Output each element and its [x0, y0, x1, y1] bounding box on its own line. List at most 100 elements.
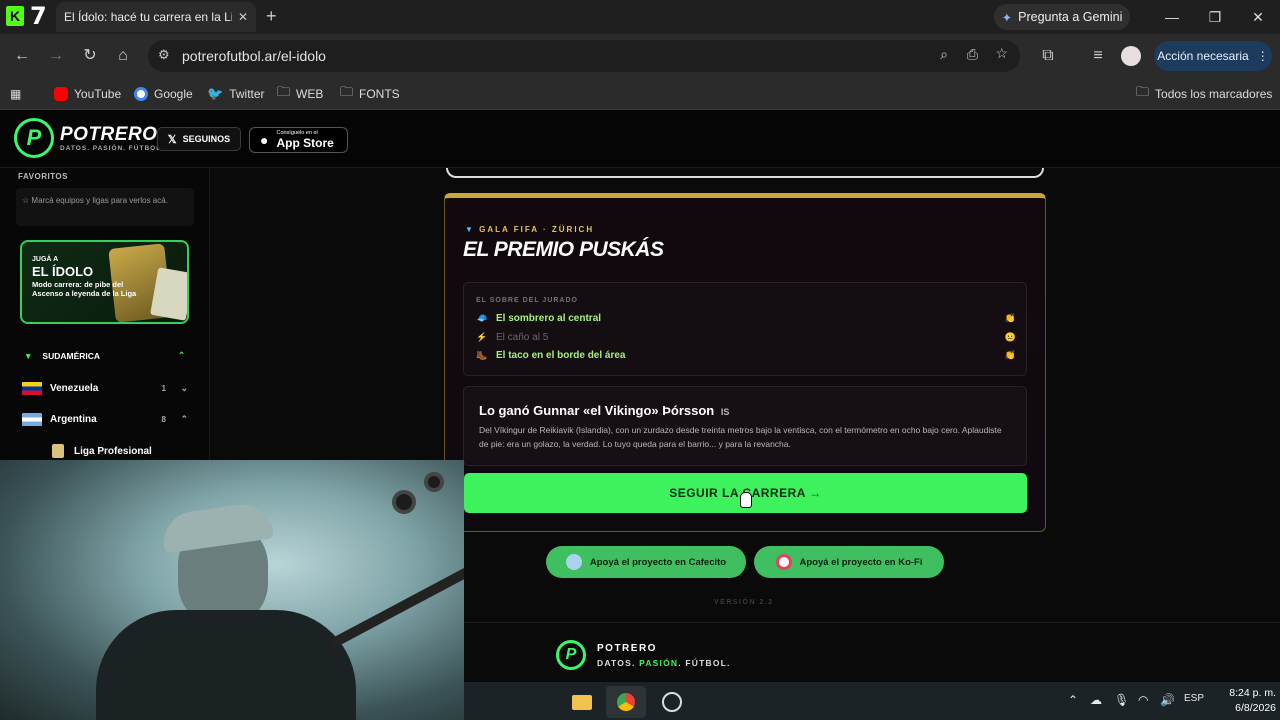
- jury-item: 🥾 El taco en el borde del área 👏: [476, 350, 1016, 361]
- url-text: potrerofutbol.ar/el-idolo: [182, 48, 326, 64]
- sidebar-item-venezuela[interactable]: Venezuela 1 ⌄: [22, 379, 192, 397]
- cafecito-button[interactable]: Apoyá el proyecto en Cafecito: [546, 546, 746, 578]
- file-explorer-icon[interactable]: [562, 686, 602, 718]
- footer-tagline: DATOS. PASIÓN. FÚTBOL.: [597, 658, 731, 668]
- iceland-flag-icon: IS: [720, 407, 730, 417]
- lightning-icon: ⚡: [476, 332, 488, 342]
- argentina-flag-icon: [22, 412, 42, 426]
- profile-avatar[interactable]: [1121, 46, 1141, 66]
- potrero-logo-icon[interactable]: P: [14, 118, 54, 158]
- browser-tab-active[interactable]: El Ídolo: hacé tu carrera en la Li ✕: [56, 2, 256, 32]
- speaker-decoration: [392, 490, 416, 514]
- jury-item: 🧢 El sombrero al central 👏: [476, 313, 1016, 324]
- apple-icon: ●: [260, 132, 269, 148]
- seven-logo-icon: 7: [30, 2, 47, 30]
- bookmark-google[interactable]: Google: [134, 84, 193, 104]
- mini-card-image: [150, 267, 187, 321]
- reload-icon[interactable]: ↻: [78, 44, 102, 68]
- new-tab-icon[interactable]: +: [266, 6, 277, 27]
- venezuela-flag-icon: [22, 381, 42, 395]
- kick-logo-icon: K: [6, 6, 24, 26]
- boot-icon: 🥾: [476, 350, 488, 360]
- follow-button[interactable]: 𝕏 SEGUINOS: [157, 127, 241, 151]
- language-indicator[interactable]: ESP: [1184, 693, 1204, 704]
- site-footer: P POTRERO DATOS. PASIÓN. FÚTBOL.: [464, 622, 1280, 682]
- tagline-accent: PASIÓN: [639, 658, 679, 668]
- country-count: 8: [161, 414, 166, 424]
- maximize-icon[interactable]: ❐: [1200, 6, 1230, 28]
- tagline-part: . FÚTBOL.: [678, 658, 731, 668]
- jury-item-label: El taco en el borde del área: [496, 350, 626, 361]
- gemini-icon: ✦: [1001, 10, 1013, 25]
- promo-line2: EL ÍDOLO: [32, 264, 94, 279]
- media-icon[interactable]: ≡: [1086, 44, 1110, 68]
- winner-title: Lo ganó Gunnar «el Vikingo» Þórsson IS: [479, 403, 729, 418]
- folder-icon: 🗀: [340, 84, 354, 99]
- trophy-icon: ▼: [465, 225, 475, 234]
- address-bar[interactable]: ⚙ potrerofutbol.ar/el-idolo ⌕ ⎙ ☆: [148, 40, 1020, 72]
- onedrive-icon[interactable]: ☁: [1090, 693, 1102, 707]
- sidebar-item-argentina[interactable]: Argentina 8 ⌃: [22, 410, 192, 428]
- chevron-up-icon: ⌃: [178, 350, 186, 360]
- appstore-big-text: App Store: [276, 136, 334, 150]
- bookmark-folder-web[interactable]: 🗀 WEB: [277, 84, 323, 104]
- clock[interactable]: 8:24 p. m. 6/8/2026: [1216, 686, 1276, 716]
- clap-icon: 👏: [1004, 313, 1016, 323]
- app-store-badge[interactable]: ● Consíguelo en el App Store: [249, 127, 348, 153]
- country-label: Venezuela: [50, 382, 99, 394]
- close-tab-icon[interactable]: ✕: [238, 10, 248, 24]
- winner-description: Del Víkingur de Reikiavik (Islandia), co…: [479, 425, 1002, 449]
- back-icon[interactable]: ←: [10, 44, 34, 68]
- region-sudamerica[interactable]: ▼ SUDAMÉRICA ⌃: [24, 350, 185, 361]
- league-icon: [52, 444, 64, 458]
- cap-icon: 🧢: [476, 313, 488, 323]
- microphone-icon[interactable]: 🎙: [1114, 693, 1129, 707]
- bookmark-label: Twitter: [229, 87, 265, 101]
- bookmark-star-icon[interactable]: ☆: [995, 45, 1008, 62]
- home-icon[interactable]: ⌂: [111, 44, 135, 68]
- tagline-part: DATOS.: [597, 658, 640, 668]
- bookmark-label: YouTube: [74, 87, 122, 101]
- site-settings-icon[interactable]: ⚙: [158, 47, 170, 63]
- favorites-title: FAVORITOS: [18, 172, 68, 181]
- el-idolo-promo[interactable]: JUGÁ A EL ÍDOLO Modo carrera: de pibe de…: [20, 240, 189, 324]
- site-logo-name[interactable]: POTRERO: [60, 124, 157, 146]
- webcam-overlay: [0, 460, 464, 720]
- event-title: EL PREMIO PUSKÁS: [463, 238, 664, 261]
- folder-icon: 🗀: [277, 84, 291, 99]
- all-bookmarks[interactable]: 🗀 Todos los marcadores: [1136, 84, 1272, 104]
- volume-icon[interactable]: 🔊: [1160, 693, 1175, 707]
- more-menu-icon[interactable]: ⋮: [1257, 49, 1269, 63]
- youtube-icon: [54, 87, 68, 101]
- bookmark-twitter[interactable]: 🐦 Twitter: [207, 84, 265, 104]
- kofi-button[interactable]: Apoyá el proyecto en Ko-Fi: [754, 546, 944, 578]
- jury-envelope: EL SOBRE DEL JURADO 🧢 El sombrero al cen…: [463, 282, 1027, 376]
- speaker-decoration: [424, 472, 444, 492]
- event-kicker: ▼ GALA FIFA · ZÜRICH: [465, 225, 594, 234]
- obs-icon[interactable]: [652, 686, 692, 718]
- sidebar-item-liga-profesional[interactable]: Liga Profesional: [52, 442, 222, 460]
- forward-icon[interactable]: →: [44, 44, 68, 68]
- tray-chevron-icon[interactable]: ⌃: [1068, 693, 1078, 707]
- winner-title-text: Lo ganó Gunnar «el Vikingo» Þórsson: [479, 403, 715, 418]
- chrome-icon[interactable]: [606, 686, 646, 718]
- minimize-icon[interactable]: —: [1157, 6, 1187, 28]
- kofi-label: Apoyá el proyecto en Ko-Fi: [799, 556, 923, 568]
- region-label: SUDAMÉRICA: [42, 350, 101, 361]
- windows-taskbar: ⌃ ☁ 🎙 ◠ 🔊 ESP 8:24 p. m. 6/8/2026: [464, 682, 1280, 720]
- close-window-icon[interactable]: ✕: [1243, 6, 1273, 28]
- bookmarks-bar: ▦ YouTube Google 🐦 Twitter 🗀 WEB 🗀 FONTS…: [0, 78, 1280, 110]
- google-icon: [134, 87, 148, 101]
- install-icon[interactable]: ⎙: [967, 46, 978, 63]
- bookmark-youtube[interactable]: YouTube: [54, 84, 121, 104]
- bookmark-folder-fonts[interactable]: 🗀 FONTS: [340, 84, 400, 104]
- zoom-icon[interactable]: ⌕: [940, 46, 948, 63]
- wifi-icon[interactable]: ◠: [1138, 693, 1148, 707]
- chevron-up-icon: ⌃: [180, 413, 188, 424]
- footer-logo-icon: P: [556, 640, 586, 670]
- league-label: Liga Profesional: [74, 445, 152, 457]
- action-needed-button[interactable]: Acción necesaria ⋮: [1154, 41, 1272, 71]
- extensions-icon[interactable]: ⧉: [1036, 44, 1060, 68]
- gemini-button[interactable]: ✦ Pregunta a Gemini: [994, 4, 1130, 30]
- apps-grid-icon[interactable]: ▦: [10, 84, 21, 104]
